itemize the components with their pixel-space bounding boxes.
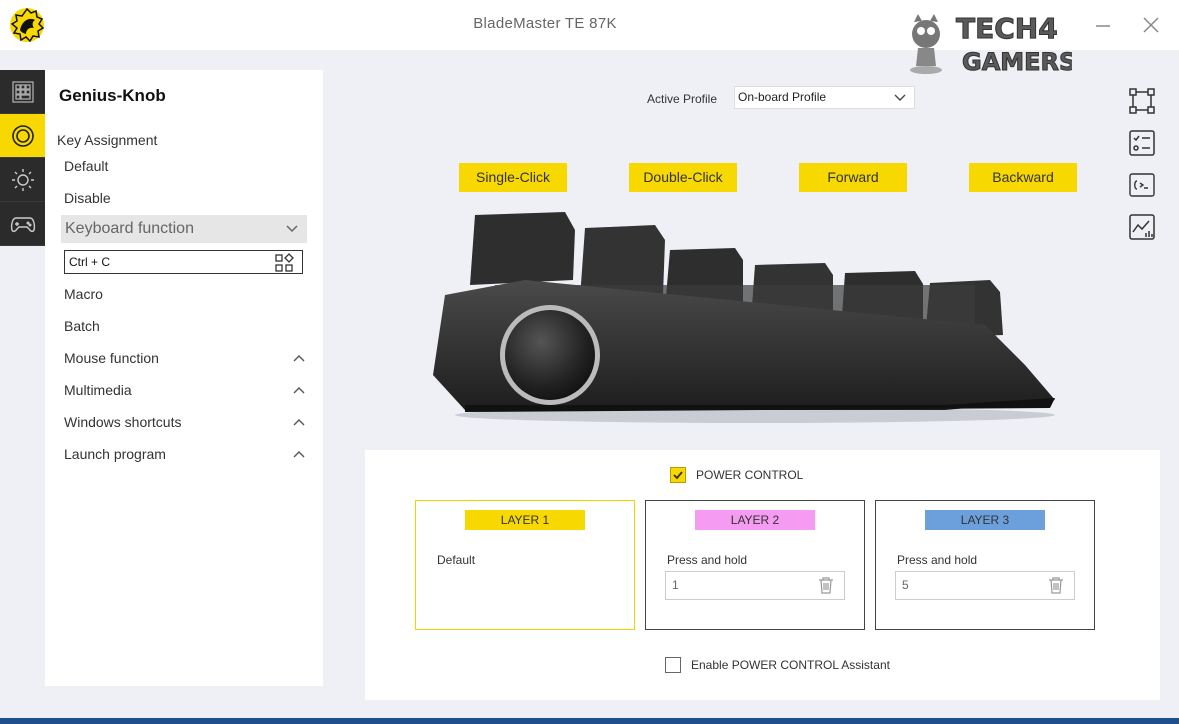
rail-item-game[interactable]: [0, 202, 45, 246]
console-tool-button[interactable]: [1125, 168, 1159, 202]
nodes-icon: [1129, 88, 1155, 114]
option-windows-shortcuts[interactable]: Windows shortcuts: [64, 411, 305, 433]
minimize-button[interactable]: [1090, 12, 1116, 38]
layer-3-hold-value: 5: [902, 578, 909, 592]
close-icon: [1143, 17, 1159, 33]
close-button[interactable]: [1138, 12, 1164, 38]
chevron-up-icon: [293, 387, 305, 394]
chart-icon: [1129, 214, 1155, 240]
layer-1-tag: LAYER 1: [465, 510, 585, 530]
backward-button[interactable]: Backward: [969, 163, 1077, 192]
option-launch-program-label: Launch program: [64, 446, 166, 462]
key-assignment-label: Key Assignment: [57, 132, 158, 148]
gamepad-icon: [10, 216, 35, 232]
checklist-icon: [1129, 130, 1155, 156]
keyboard-function-dropdown[interactable]: Keyboard function: [61, 215, 307, 243]
assignment-panel: Genius-Knob Key Assignment Default Disab…: [45, 70, 323, 686]
knob-icon: [11, 124, 34, 147]
option-macro[interactable]: Macro: [64, 283, 304, 305]
option-mouse-function-label: Mouse function: [64, 350, 159, 366]
power-control-label: POWER CONTROL: [696, 468, 804, 482]
trash-icon[interactable]: [818, 577, 834, 594]
double-click-button[interactable]: Double-Click: [629, 163, 737, 192]
option-macro-label: Macro: [64, 286, 103, 302]
right-toolbar: [1125, 84, 1159, 252]
option-default-label: Default: [64, 158, 109, 174]
option-batch-label: Batch: [64, 318, 100, 334]
power-control-checkbox[interactable]: [670, 467, 686, 483]
key-picker-icon[interactable]: [274, 253, 294, 273]
active-profile-label: Active Profile: [647, 92, 718, 106]
chevron-up-icon: [293, 355, 305, 362]
option-batch[interactable]: Batch: [64, 315, 304, 337]
checkmark-icon: [673, 471, 683, 480]
active-profile-select[interactable]: On-board Profile: [734, 86, 915, 109]
option-mouse-function[interactable]: Mouse function: [64, 347, 305, 369]
option-disable[interactable]: Disable: [64, 187, 304, 209]
active-profile-value: On-board Profile: [738, 90, 827, 104]
layer-2-tag: LAYER 2: [695, 510, 815, 530]
layer-3-hold-input[interactable]: 5: [895, 571, 1075, 600]
chevron-down-icon: [286, 225, 298, 233]
chevron-up-icon: [293, 451, 305, 458]
layer-3-tag: LAYER 3: [925, 510, 1045, 530]
checklist-tool-button[interactable]: [1125, 126, 1159, 160]
rail-item-knob[interactable]: [0, 114, 45, 158]
option-disable-label: Disable: [64, 190, 111, 206]
layout-tool-button[interactable]: [1125, 84, 1159, 118]
chevron-up-icon: [293, 419, 305, 426]
layer-2-card[interactable]: LAYER 2 Press and hold 1: [645, 500, 865, 630]
keyboard-function-label: Keyboard function: [65, 220, 194, 237]
rail-item-lighting[interactable]: [0, 158, 45, 202]
assistant-label: Enable POWER CONTROL Assistant: [691, 658, 890, 672]
power-control-card: POWER CONTROL LAYER 1 Default LAYER 2 Pr…: [365, 450, 1160, 700]
forward-button[interactable]: Forward: [799, 163, 907, 192]
terminal-icon: [1129, 173, 1155, 197]
option-default[interactable]: Default: [64, 155, 304, 177]
assistant-checkbox[interactable]: [665, 657, 681, 673]
option-launch-program[interactable]: Launch program: [64, 443, 305, 465]
chevron-down-icon: [894, 94, 906, 101]
trash-icon[interactable]: [1048, 577, 1064, 594]
single-click-button[interactable]: Single-Click: [459, 163, 567, 192]
option-multimedia-label: Multimedia: [64, 382, 132, 398]
keyboard-grid-icon: [11, 80, 34, 103]
layer-1-text: Default: [437, 553, 476, 567]
keyboard-side-image: [433, 212, 1055, 423]
layer-3-text: Press and hold: [897, 553, 978, 567]
panel-title: Genius-Knob: [59, 86, 166, 105]
layer-2-hold-value: 1: [672, 578, 679, 592]
option-multimedia[interactable]: Multimedia: [64, 379, 305, 401]
rail-item-keys[interactable]: [0, 70, 45, 114]
bottom-strip: [0, 718, 1179, 724]
option-windows-shortcuts-label: Windows shortcuts: [64, 414, 182, 430]
watermark-line2: GAMERS: [962, 48, 1072, 76]
layer-2-text: Press and hold: [667, 553, 748, 567]
nav-rail: [0, 70, 45, 246]
title-bar: BladeMaster TE 87K TECH4 GAMERS: [0, 0, 1179, 76]
key-combination-input[interactable]: Ctrl + C: [64, 250, 303, 274]
lighting-sun-icon: [11, 168, 34, 191]
layer-2-hold-input[interactable]: 1: [665, 571, 845, 600]
stats-tool-button[interactable]: [1125, 210, 1159, 244]
watermark-logo: TECH4 GAMERS: [910, 12, 1072, 76]
minimize-icon: [1096, 25, 1110, 27]
layer-1-card[interactable]: LAYER 1 Default: [415, 500, 635, 630]
layer-3-card[interactable]: LAYER 3 Press and hold 5: [875, 500, 1095, 630]
watermark-line1: TECH4: [956, 12, 1058, 45]
